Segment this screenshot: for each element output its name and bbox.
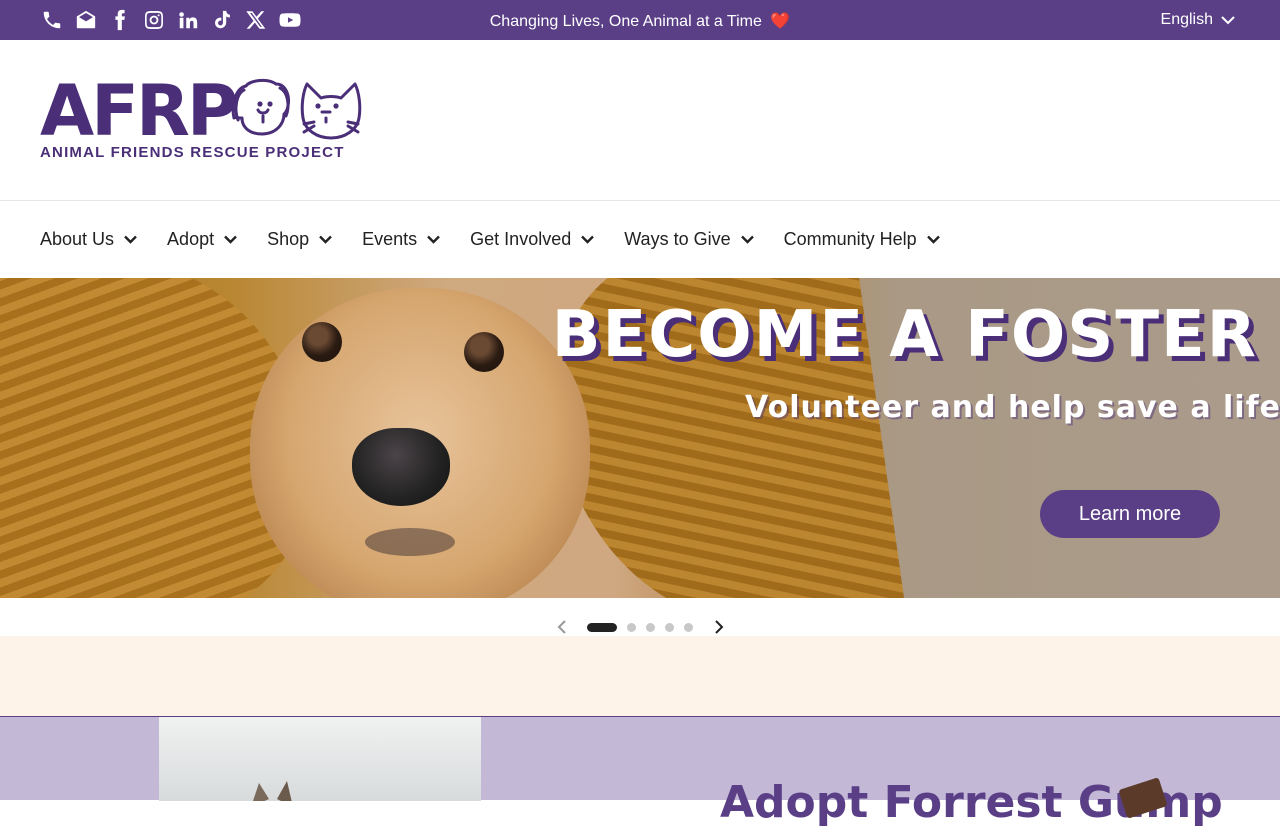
slider-dot[interactable] [665,623,674,632]
chevron-down-icon [319,235,332,244]
hero-title: BECOME A FOSTER [551,298,1258,372]
top-bar: Changing Lives, One Animal at a Time ❤️ … [0,0,1280,40]
featured-pet-image [159,717,481,801]
site-header: AFRP ANIMAL FRIENDS RESCUE PROJECT [0,40,1280,200]
puppy-mouth [365,528,455,556]
puppy-nose [352,428,450,506]
nav-item-label: Community Help [783,229,917,249]
nav-item-community-help[interactable]: Community Help [784,229,940,250]
hero-slider: BECOME A FOSTER Volunteer and help save … [0,278,1280,598]
slider-dot[interactable] [646,623,655,632]
slider-controls [0,598,1280,636]
chevron-right-icon [715,620,724,634]
chevron-down-icon [427,235,441,244]
nav-item-label: Adopt [167,229,215,249]
dog-cat-logo-icon [231,78,362,140]
learn-more-button[interactable]: Learn more [1040,490,1220,538]
chevron-down-icon [740,235,754,244]
chevron-down-icon [124,235,137,244]
nav-item-about-us[interactable]: About Us [40,229,137,250]
language-label: English [1160,11,1213,28]
nav-item-adopt[interactable]: Adopt [167,229,237,250]
slider-dot[interactable] [684,623,693,632]
puppy-eye [302,322,342,362]
slider-prev-button[interactable] [556,620,572,636]
nav-item-label: Get Involved [470,229,572,249]
slider-next-button[interactable] [713,620,729,636]
cream-band [0,636,1280,716]
chevron-down-icon [581,235,595,244]
logo-wordmark: AFRP [40,70,238,152]
puppy-eye [464,332,504,372]
nav-item-shop[interactable]: Shop [267,229,332,250]
chevron-left-icon [557,620,566,634]
slider-dot[interactable] [587,623,617,632]
chevron-down-icon [1221,16,1235,25]
nav-item-ways-to-give[interactable]: Ways to Give [624,229,754,250]
nav-item-events[interactable]: Events [362,229,441,250]
tagline: Changing Lives, One Animal at a Time ❤️ [0,11,1280,31]
tagline-text: Changing Lives, One Animal at a Time [489,13,762,30]
cat-ears-image [253,781,292,801]
slider-dots [587,623,693,632]
nav-item-label: Shop [267,229,310,249]
main-nav: About Us Adopt Shop Events Get Involved … [0,200,1280,278]
language-selector[interactable]: English [1161,11,1235,29]
logo-subtitle: ANIMAL FRIENDS RESCUE PROJECT [40,144,345,161]
nav-item-label: About Us [40,229,115,249]
nav-item-get-involved[interactable]: Get Involved [470,229,595,250]
site-logo[interactable]: AFRP ANIMAL FRIENDS RESCUE PROJECT [40,70,362,162]
featured-pet-section: Adopt Forrest Gump [0,716,1280,828]
hero-subtitle: Volunteer and help save a life! [745,390,1280,425]
slider-dot[interactable] [627,623,636,632]
chevron-down-icon [926,235,940,244]
heart-icon: ❤️ [770,13,791,30]
nav-item-label: Ways to Give [624,229,731,249]
nav-item-label: Events [362,229,418,249]
chevron-down-icon [224,235,237,244]
